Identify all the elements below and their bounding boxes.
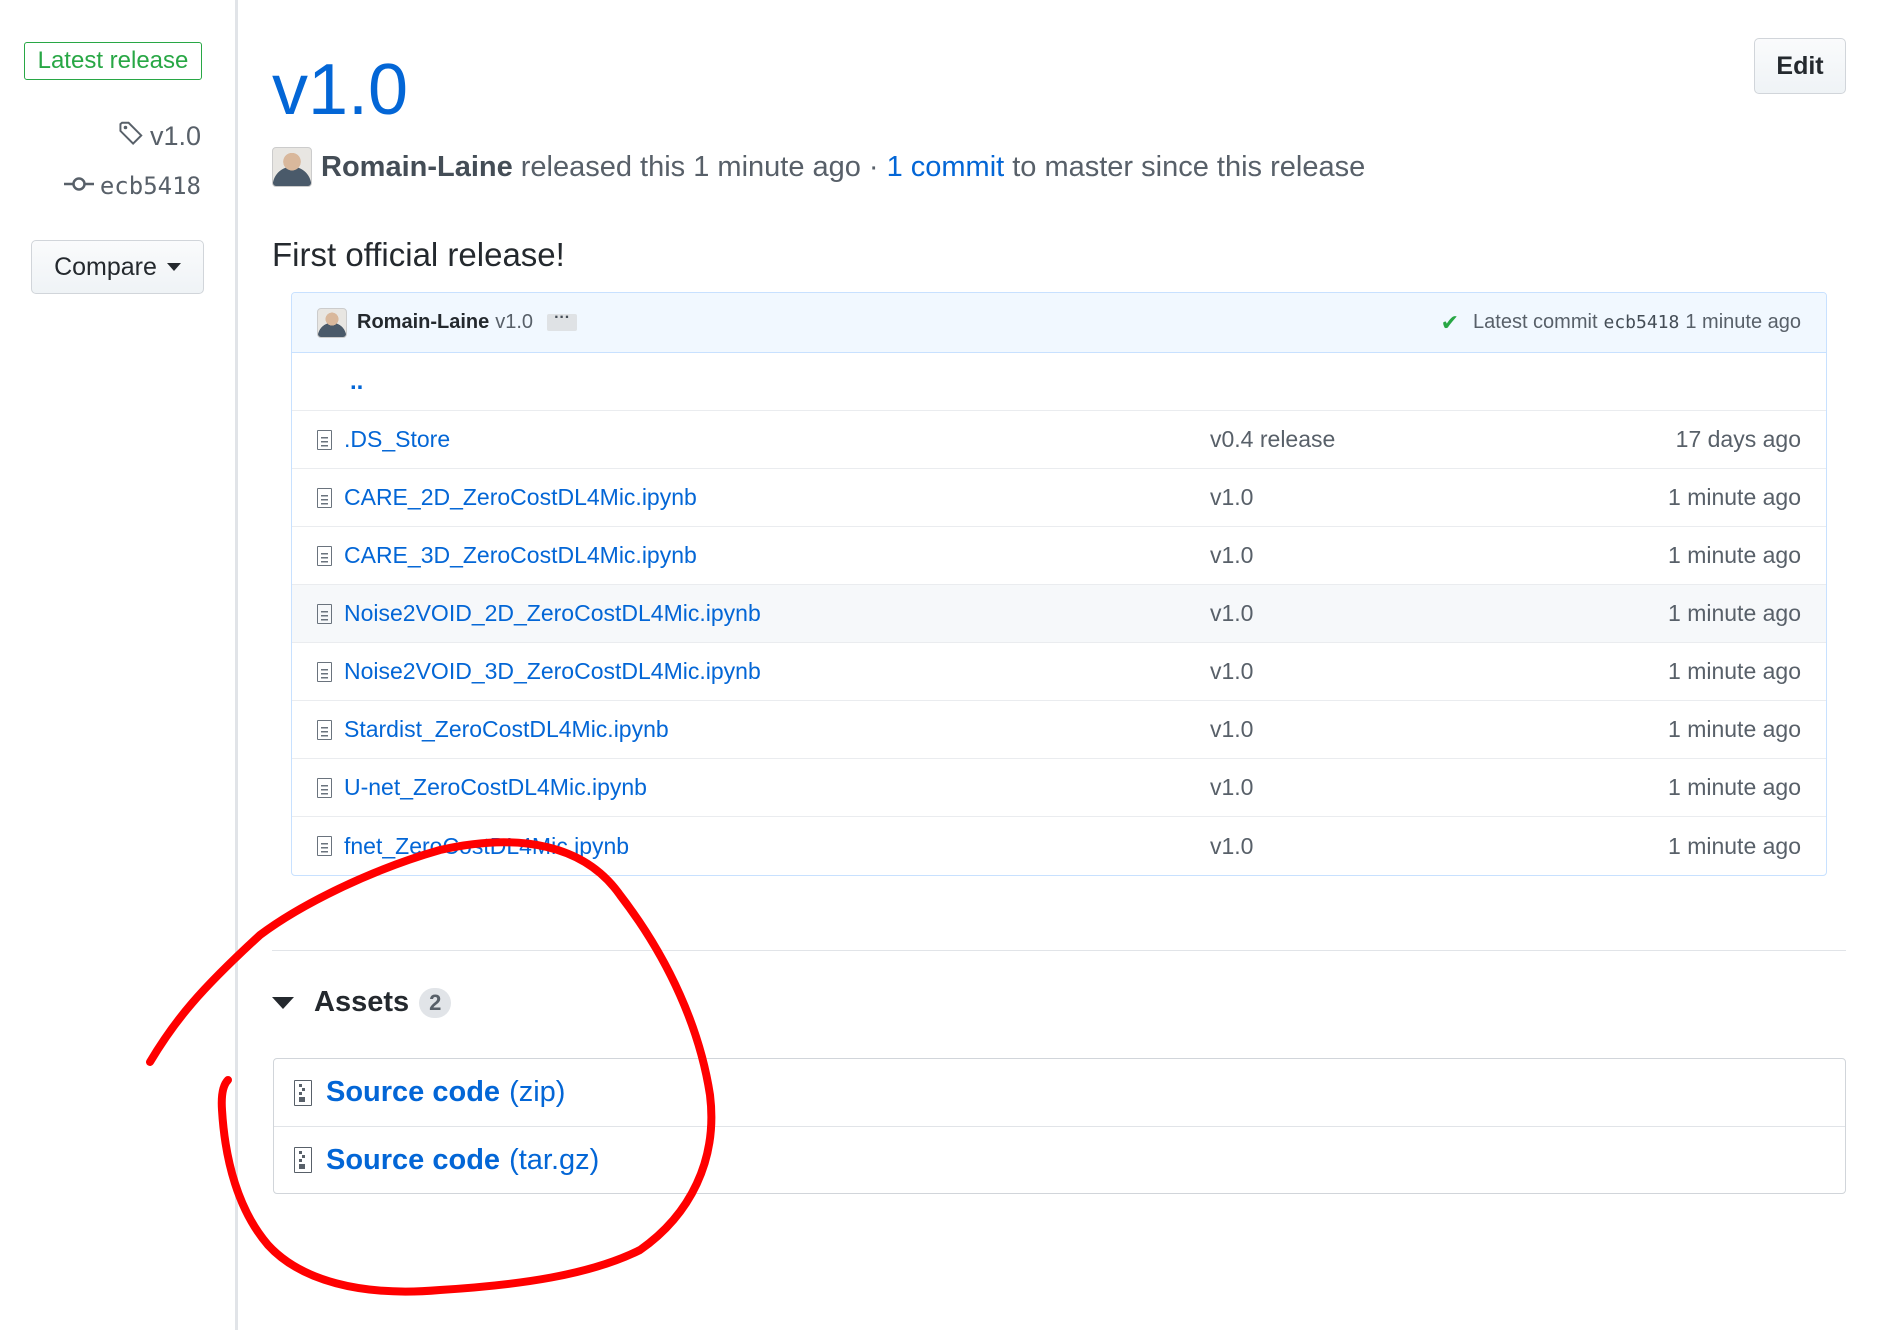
parent-directory-row[interactable]: ..: [292, 353, 1826, 411]
file-row: Stardist_ZeroCostDL4Mic.ipynb v1.0 1 min…: [292, 701, 1826, 759]
file-icon: [317, 661, 332, 682]
file-age: 1 minute ago: [1668, 484, 1801, 510]
commit-sha: ecb5418: [99, 172, 201, 200]
released-text: released this 1 minute ago: [520, 150, 861, 183]
file-name-link[interactable]: fnet_ZeroCostDL4Mic.ipynb: [344, 833, 1210, 860]
asset-link-targz[interactable]: Source code: [326, 1144, 500, 1177]
byline-separator: ·: [868, 150, 879, 183]
latest-commit-age: 1 minute ago: [1685, 311, 1801, 333]
file-age: 1 minute ago: [1668, 542, 1801, 568]
tag-name: v1.0: [149, 121, 201, 151]
edit-button[interactable]: Edit: [1754, 38, 1846, 94]
release-title-link[interactable]: v1.0: [272, 50, 408, 130]
asset-ext-zip[interactable]: (zip): [509, 1076, 565, 1109]
file-name-link[interactable]: .DS_Store: [344, 426, 1210, 453]
ellipsis-expander-button[interactable]: ···: [547, 310, 578, 331]
file-icon: [317, 545, 332, 566]
file-commit-message[interactable]: v1.0: [1210, 658, 1610, 685]
file-age: 1 minute ago: [1668, 716, 1801, 742]
check-icon: ✔: [1440, 309, 1460, 335]
asset-row[interactable]: Source code (tar.gz): [274, 1126, 1845, 1193]
file-row: U-net_ZeroCostDL4Mic.ipynb v1.0 1 minute…: [292, 759, 1826, 817]
release-title[interactable]: v1.0: [272, 40, 408, 140]
asset-link-zip[interactable]: Source code: [326, 1076, 500, 1109]
file-commit-message[interactable]: v1.0: [1210, 716, 1610, 743]
assets-list: Source code (zip) Source code (tar.gz): [273, 1058, 1846, 1194]
file-row: Noise2VOID_2D_ZeroCostDL4Mic.ipynb v1.0 …: [292, 585, 1826, 643]
file-icon: [317, 836, 332, 856]
commit-author-avatar[interactable]: [317, 307, 347, 338]
file-row: Noise2VOID_3D_ZeroCostDL4Mic.ipynb v1.0 …: [292, 643, 1826, 701]
latest-commit-info: ✔ Latest commit ecb5418 1 minute ago: [1441, 310, 1801, 336]
triangle-down-icon: [272, 996, 294, 1009]
commits-since-link[interactable]: 1 commit: [887, 151, 1005, 184]
tag-link[interactable]: v1.0: [118, 120, 201, 153]
file-row: CARE_3D_ZeroCostDL4Mic.ipynb v1.0 1 minu…: [292, 527, 1826, 585]
release-byline: Romain-Laine released this 1 minute ago …: [272, 146, 1365, 188]
commit-message[interactable]: v1.0: [495, 311, 533, 334]
file-commit-message[interactable]: v0.4 release: [1210, 426, 1610, 453]
file-age: 1 minute ago: [1668, 600, 1801, 626]
asset-ext-targz[interactable]: (tar.gz): [509, 1144, 599, 1177]
commit-icon: [63, 172, 94, 200]
file-row: .DS_Store v0.4 release 17 days ago: [292, 411, 1826, 469]
file-age: 1 minute ago: [1668, 658, 1801, 684]
assets-count-badge: 2: [419, 987, 452, 1018]
section-divider: [272, 950, 1846, 951]
release-sidebar: Latest release v1.0 ecb5418 Compare: [0, 0, 238, 1330]
file-icon: [317, 487, 332, 508]
compare-button[interactable]: Compare: [31, 240, 204, 294]
file-icon: [317, 429, 332, 450]
commit-sha-link[interactable]: ecb5418: [63, 172, 201, 200]
latest-commit-label: Latest commit: [1473, 311, 1598, 333]
file-icon: [317, 603, 332, 624]
file-row: fnet_ZeroCostDL4Mic.ipynb v1.0 1 minute …: [292, 817, 1826, 875]
file-age: 17 days ago: [1675, 426, 1801, 452]
author-avatar[interactable]: [272, 147, 312, 187]
file-commit-message[interactable]: v1.0: [1210, 600, 1610, 627]
file-commit-message[interactable]: v1.0: [1210, 484, 1610, 511]
file-name-link[interactable]: Noise2VOID_3D_ZeroCostDL4Mic.ipynb: [344, 658, 1210, 685]
compare-label: Compare: [54, 252, 157, 281]
file-name-link[interactable]: U-net_ZeroCostDL4Mic.ipynb: [344, 774, 1210, 801]
author-name[interactable]: Romain-Laine: [321, 151, 513, 184]
file-icon: [317, 777, 332, 798]
tag-icon: [118, 120, 144, 153]
commits-since-suffix: to master since this release: [1012, 150, 1366, 183]
file-icon: [317, 719, 332, 740]
file-age: 1 minute ago: [1668, 832, 1801, 859]
file-row: CARE_2D_ZeroCostDL4Mic.ipynb v1.0 1 minu…: [292, 469, 1826, 527]
file-name-link[interactable]: CARE_2D_ZeroCostDL4Mic.ipynb: [344, 484, 1210, 511]
release-description: First official release!: [272, 236, 565, 273]
file-commit-message[interactable]: v1.0: [1210, 542, 1610, 569]
file-zip-icon: [294, 1147, 312, 1173]
latest-commit-sha[interactable]: ecb5418: [1604, 312, 1680, 333]
file-zip-icon: [294, 1079, 312, 1106]
file-name-link[interactable]: CARE_3D_ZeroCostDL4Mic.ipynb: [344, 542, 1210, 569]
file-commit-message[interactable]: v1.0: [1210, 833, 1610, 860]
parent-directory-link[interactable]: ..: [350, 368, 363, 396]
latest-commit-bar: Romain-Laine v1.0 ··· ✔ Latest commit ec…: [292, 293, 1826, 353]
assets-label: Assets: [314, 986, 410, 1018]
chevron-down-icon: [166, 263, 181, 271]
commit-author[interactable]: Romain-Laine: [357, 311, 489, 334]
file-commit-message[interactable]: v1.0: [1210, 774, 1610, 801]
file-name-link[interactable]: Stardist_ZeroCostDL4Mic.ipynb: [344, 716, 1210, 743]
file-age: 1 minute ago: [1668, 774, 1801, 800]
assets-toggle[interactable]: Assets 2: [272, 986, 452, 1019]
latest-release-badge: Latest release: [24, 42, 202, 80]
file-name-link[interactable]: Noise2VOID_2D_ZeroCostDL4Mic.ipynb: [344, 600, 1210, 627]
asset-row[interactable]: Source code (zip): [274, 1059, 1845, 1126]
file-browser: Romain-Laine v1.0 ··· ✔ Latest commit ec…: [291, 292, 1827, 876]
